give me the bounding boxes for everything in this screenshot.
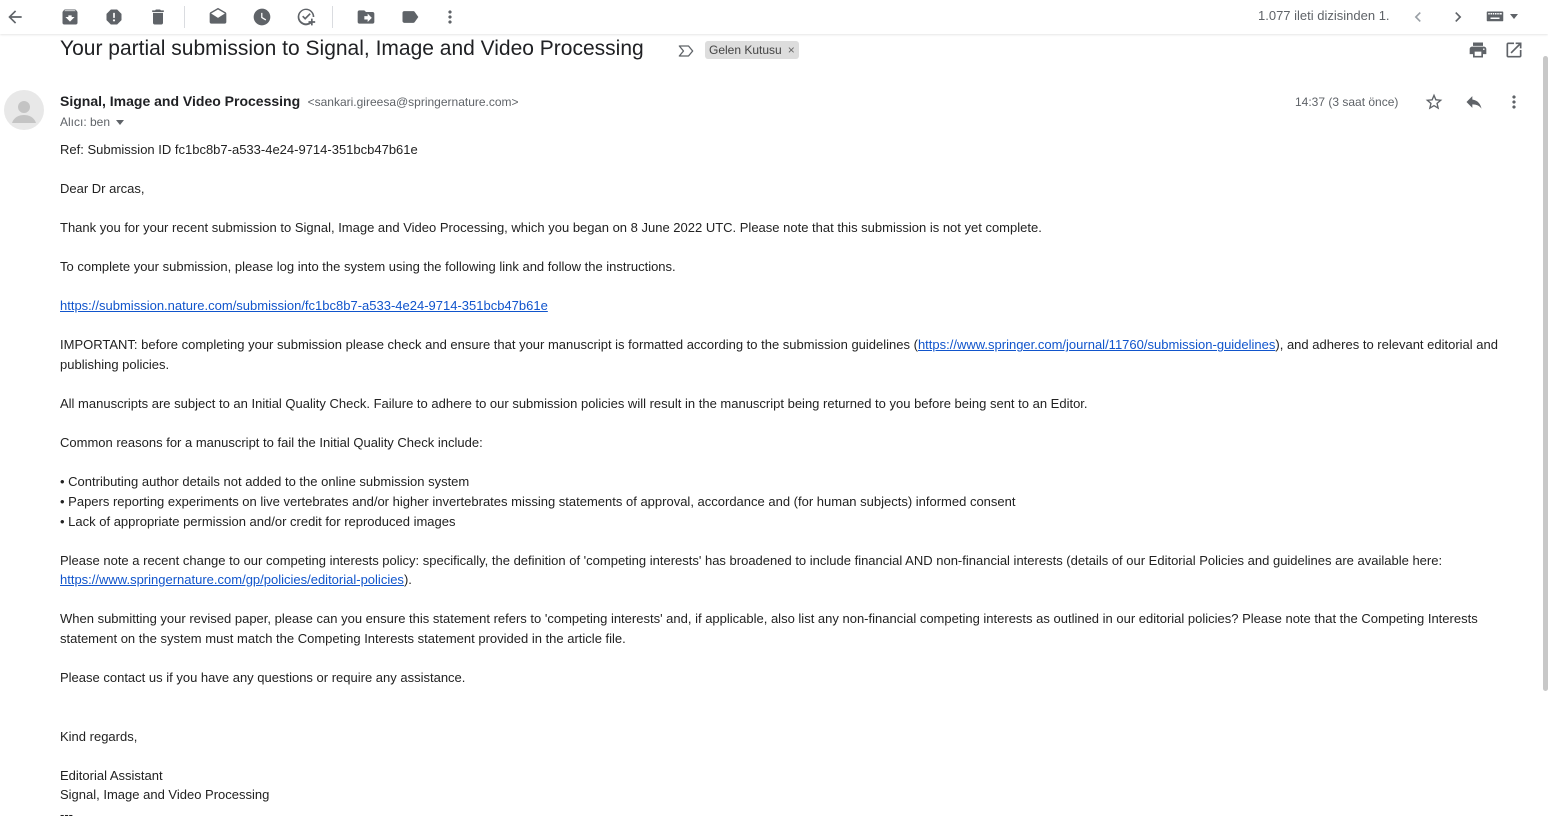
labels-button[interactable] bbox=[397, 4, 423, 30]
toolbar-divider bbox=[332, 6, 333, 28]
email-subject: Your partial submission to Signal, Image… bbox=[60, 37, 644, 60]
open-new-window-button[interactable] bbox=[1503, 39, 1525, 61]
move-to-icon bbox=[357, 10, 375, 24]
list-item: • Contributing author details not added … bbox=[60, 474, 470, 490]
mark-unread-icon bbox=[209, 7, 227, 24]
add-task-button[interactable] bbox=[293, 4, 319, 30]
print-all-button[interactable] bbox=[1467, 39, 1489, 61]
more-vert-icon bbox=[1512, 95, 1516, 109]
competing-text-end: ). bbox=[403, 572, 412, 588]
keyboard-icon bbox=[1486, 11, 1504, 22]
delete-button[interactable] bbox=[145, 4, 171, 30]
email-body: Ref: Submission ID fc1bc8b7-a533-4e24-97… bbox=[60, 140, 1520, 824]
signature-role: Editorial Assistant bbox=[60, 767, 163, 783]
reply-icon bbox=[1466, 96, 1482, 109]
chevron-left-icon bbox=[1414, 12, 1421, 22]
paragraph-important: IMPORTANT: before completing your submis… bbox=[60, 335, 1520, 374]
paragraph-quality-check: All manuscripts are subject to an Initia… bbox=[60, 396, 1088, 412]
sender-line: Signal, Image and Video Processing <sank… bbox=[60, 93, 519, 111]
add-task-icon bbox=[297, 8, 316, 26]
report-spam-button[interactable] bbox=[101, 4, 127, 30]
submission-link[interactable]: https://submission.nature.com/submission… bbox=[60, 298, 548, 313]
avatar[interactable] bbox=[4, 90, 44, 130]
older-button[interactable] bbox=[1445, 4, 1471, 30]
label-chip-text: Gelen Kutusu bbox=[709, 43, 782, 57]
more-button[interactable] bbox=[437, 4, 463, 30]
greeting: Dear Dr arcas, bbox=[60, 181, 145, 197]
arrow-left-icon bbox=[8, 10, 22, 24]
reasons-list: • Contributing author details not added … bbox=[60, 472, 1520, 531]
list-item: • Papers reporting experiments on live v… bbox=[60, 493, 1016, 509]
trash-icon bbox=[152, 9, 164, 25]
chevron-right-icon bbox=[1455, 12, 1462, 22]
star-outline-icon bbox=[1425, 93, 1443, 110]
paragraph-contact: Please contact us if you have any questi… bbox=[60, 670, 466, 685]
move-to-button[interactable] bbox=[353, 4, 379, 30]
recipient-line: Alıcı: ben bbox=[60, 115, 125, 129]
chevron-down-icon bbox=[1510, 13, 1518, 19]
scrollbar[interactable] bbox=[1543, 56, 1548, 691]
signature-journal: Signal, Image and Video Processing bbox=[60, 787, 270, 803]
star-button[interactable] bbox=[1423, 91, 1445, 113]
label-icon bbox=[402, 11, 419, 23]
toolbar-divider bbox=[184, 6, 185, 28]
sender-name[interactable]: Signal, Image and Video Processing bbox=[60, 93, 300, 109]
signature-separator: --- bbox=[60, 806, 73, 822]
sender-email: <sankari.gireesa@springernature.com> bbox=[307, 95, 519, 109]
newer-button[interactable] bbox=[1405, 4, 1431, 30]
recipient-text: Alıcı: ben bbox=[60, 115, 111, 129]
archive-button[interactable] bbox=[57, 4, 83, 30]
guidelines-link[interactable]: https://www.springer.com/journal/11760/s… bbox=[918, 337, 1275, 352]
email-timestamp: 14:37 (3 saat önce) bbox=[1295, 95, 1399, 109]
person-icon bbox=[12, 101, 36, 123]
input-tools-button[interactable] bbox=[1486, 8, 1518, 24]
clock-icon bbox=[253, 8, 271, 26]
paragraph-revised: When submitting your revised paper, plea… bbox=[60, 611, 1478, 646]
paragraph-common-reasons: Common reasons for a manuscript to fail … bbox=[60, 435, 483, 451]
list-item: • Lack of appropriate permission and/or … bbox=[60, 513, 456, 529]
important-text-start: IMPORTANT: before completing your submis… bbox=[60, 337, 918, 353]
editorial-policies-link[interactable]: https://www.springernature.com/gp/polici… bbox=[60, 572, 404, 587]
link-paragraph: https://submission.nature.com/submission… bbox=[60, 296, 1520, 316]
show-details-icon[interactable] bbox=[116, 119, 125, 125]
paragraph-instructions: To complete your submission, please log … bbox=[60, 259, 676, 275]
paragraph-intro: Thank you for your recent submission to … bbox=[60, 220, 1042, 236]
archive-icon bbox=[62, 9, 78, 25]
label-chip-inbox: Gelen Kutusu × bbox=[705, 41, 799, 59]
open-in-new-icon bbox=[1506, 42, 1522, 58]
more-vert-icon bbox=[448, 10, 452, 24]
message-more-button[interactable] bbox=[1503, 91, 1525, 113]
competing-text: Please note a recent change to our compe… bbox=[60, 552, 1443, 568]
importance-marker-icon[interactable] bbox=[676, 41, 696, 61]
mark-unread-button[interactable] bbox=[205, 4, 231, 30]
reference-line: Ref: Submission ID fc1bc8b7-a533-4e24-97… bbox=[60, 142, 418, 157]
back-button[interactable] bbox=[2, 4, 28, 30]
closing: Kind regards, bbox=[60, 728, 138, 744]
print-icon bbox=[1469, 42, 1487, 58]
paragraph-competing-interests: Please note a recent change to our compe… bbox=[60, 551, 1520, 590]
toolbar: 1.077 ileti dizisinden 1. bbox=[0, 0, 1548, 34]
thread-counter: 1.077 ileti dizisinden 1. bbox=[1258, 8, 1390, 23]
remove-label-button[interactable]: × bbox=[788, 43, 795, 57]
reply-button[interactable] bbox=[1463, 91, 1485, 113]
snooze-button[interactable] bbox=[249, 4, 275, 30]
report-spam-icon bbox=[106, 9, 122, 25]
